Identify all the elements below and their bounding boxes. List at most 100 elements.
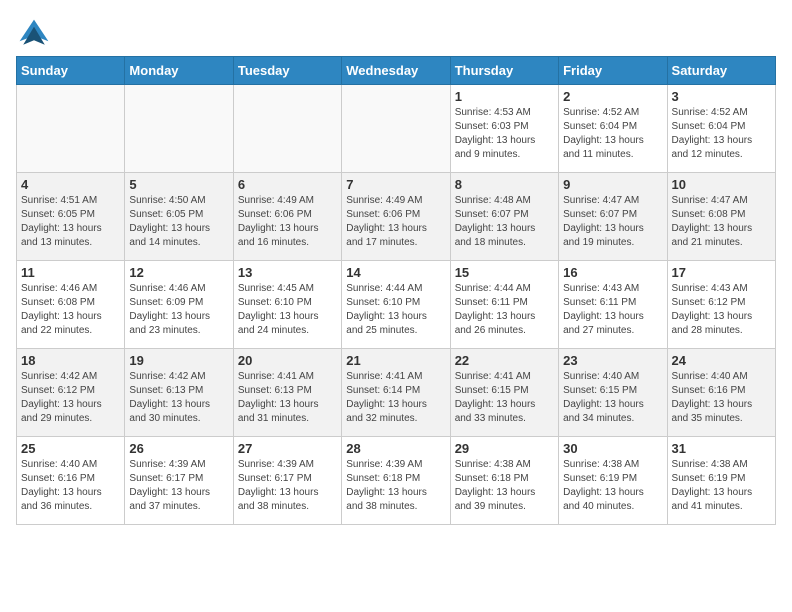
calendar-cell: 30 Sunrise: 4:38 AMSunset: 6:19 PMDayligh… (559, 437, 667, 525)
calendar-cell: 6 Sunrise: 4:49 AMSunset: 6:06 PMDaylight… (233, 173, 341, 261)
calendar-cell: 15 Sunrise: 4:44 AMSunset: 6:11 PMDayligh… (450, 261, 558, 349)
day-info: Sunrise: 4:42 AMSunset: 6:12 PMDaylight:… (21, 370, 120, 426)
day-number: 22 (455, 353, 554, 368)
calendar-cell: 5Sunrise: 4:50 AMSunset: 6:05 PMDaylight… (125, 173, 233, 261)
day-info: Sunrise: 4:39 AMSunset: 6:17 PMDaylight:… (129, 458, 228, 514)
calendar-cell: 10 Sunrise: 4:47 AMSunset: 6:08 PMDayligh… (667, 173, 775, 261)
col-header-friday: Friday (559, 57, 667, 85)
day-info: Sunrise: 4:47 AMSunset: 6:07 PMDaylight:… (563, 194, 662, 250)
calendar-cell (125, 85, 233, 173)
day-number: 10 (672, 177, 771, 192)
calendar-cell: 22 Sunrise: 4:41 AMSunset: 6:15 PMDayligh… (450, 349, 558, 437)
day-info: Sunrise: 4:41 AMSunset: 6:14 PMDaylight:… (346, 370, 445, 426)
calendar-cell: 1 Sunrise: 4:53 AMSunset: 6:03 PMDaylight… (450, 85, 558, 173)
calendar-cell: 11Sunrise: 4:46 AMSunset: 6:08 PMDayligh… (17, 261, 125, 349)
calendar-cell: 16 Sunrise: 4:43 AMSunset: 6:11 PMDayligh… (559, 261, 667, 349)
day-info: Sunrise: 4:43 AMSunset: 6:11 PMDaylight:… (563, 282, 662, 338)
day-info: Sunrise: 4:39 AMSunset: 6:17 PMDaylight:… (238, 458, 337, 514)
logo-icon (16, 16, 52, 52)
day-number: 23 (563, 353, 662, 368)
day-number: 26 (129, 441, 228, 456)
col-header-saturday: Saturday (667, 57, 775, 85)
calendar-cell: 31 Sunrise: 4:38 AMSunset: 6:19 PMDayligh… (667, 437, 775, 525)
day-info: Sunrise: 4:38 AMSunset: 6:18 PMDaylight:… (455, 458, 554, 514)
calendar-cell: 21 Sunrise: 4:41 AMSunset: 6:14 PMDayligh… (342, 349, 450, 437)
day-info: Sunrise: 4:43 AMSunset: 6:12 PMDaylight:… (672, 282, 771, 338)
day-number: 28 (346, 441, 445, 456)
day-info: Sunrise: 4:53 AMSunset: 6:03 PMDaylight:… (455, 106, 554, 162)
col-header-thursday: Thursday (450, 57, 558, 85)
week-row-4: 18Sunrise: 4:42 AMSunset: 6:12 PMDayligh… (17, 349, 776, 437)
calendar-cell: 12 Sunrise: 4:46 AMSunset: 6:09 PMDayligh… (125, 261, 233, 349)
calendar-cell: 2Sunrise: 4:52 AMSunset: 6:04 PMDaylight… (559, 85, 667, 173)
day-info: Sunrise: 4:48 AMSunset: 6:07 PMDaylight:… (455, 194, 554, 250)
day-info: Sunrise: 4:44 AMSunset: 6:11 PMDaylight:… (455, 282, 554, 338)
calendar-cell: 24Sunrise: 4:40 AMSunset: 6:16 PMDayligh… (667, 349, 775, 437)
calendar-table: SundayMondayTuesdayWednesdayThursdayFrid… (16, 56, 776, 525)
day-number: 16 (563, 265, 662, 280)
day-number: 15 (455, 265, 554, 280)
day-info: Sunrise: 4:39 AMSunset: 6:18 PMDaylight:… (346, 458, 445, 514)
calendar-cell: 23 Sunrise: 4:40 AMSunset: 6:15 PMDayligh… (559, 349, 667, 437)
day-info: Sunrise: 4:44 AMSunset: 6:10 PMDaylight:… (346, 282, 445, 338)
calendar-cell: 3 Sunrise: 4:52 AMSunset: 6:04 PMDaylight… (667, 85, 775, 173)
day-info: Sunrise: 4:47 AMSunset: 6:08 PMDaylight:… (672, 194, 771, 250)
day-info: Sunrise: 4:46 AMSunset: 6:08 PMDaylight:… (21, 282, 120, 338)
day-number: 5 (129, 177, 228, 192)
day-number: 21 (346, 353, 445, 368)
calendar-cell: 26 Sunrise: 4:39 AMSunset: 6:17 PMDayligh… (125, 437, 233, 525)
day-info: Sunrise: 4:51 AMSunset: 6:05 PMDaylight:… (21, 194, 120, 250)
day-info: Sunrise: 4:52 AMSunset: 6:04 PMDaylight:… (563, 106, 662, 162)
calendar-cell: 20Sunrise: 4:41 AMSunset: 6:13 PMDayligh… (233, 349, 341, 437)
day-number: 20 (238, 353, 337, 368)
day-number: 6 (238, 177, 337, 192)
calendar-cell: 27 Sunrise: 4:39 AMSunset: 6:17 PMDayligh… (233, 437, 341, 525)
day-info: Sunrise: 4:45 AMSunset: 6:10 PMDaylight:… (238, 282, 337, 338)
calendar-cell: 13 Sunrise: 4:45 AMSunset: 6:10 PMDayligh… (233, 261, 341, 349)
day-info: Sunrise: 4:49 AMSunset: 6:06 PMDaylight:… (238, 194, 337, 250)
day-info: Sunrise: 4:40 AMSunset: 6:16 PMDaylight:… (672, 370, 771, 426)
day-number: 29 (455, 441, 554, 456)
day-number: 31 (672, 441, 771, 456)
day-info: Sunrise: 4:41 AMSunset: 6:15 PMDaylight:… (455, 370, 554, 426)
calendar-cell: 19Sunrise: 4:42 AMSunset: 6:13 PMDayligh… (125, 349, 233, 437)
day-number: 13 (238, 265, 337, 280)
day-info: Sunrise: 4:49 AMSunset: 6:06 PMDaylight:… (346, 194, 445, 250)
week-row-2: 4 Sunrise: 4:51 AMSunset: 6:05 PMDaylight… (17, 173, 776, 261)
day-info: Sunrise: 4:38 AMSunset: 6:19 PMDaylight:… (672, 458, 771, 514)
calendar-cell: 25 Sunrise: 4:40 AMSunset: 6:16 PMDayligh… (17, 437, 125, 525)
calendar-cell: 7 Sunrise: 4:49 AMSunset: 6:06 PMDaylight… (342, 173, 450, 261)
day-number: 8 (455, 177, 554, 192)
col-header-sunday: Sunday (17, 57, 125, 85)
week-row-5: 25 Sunrise: 4:40 AMSunset: 6:16 PMDayligh… (17, 437, 776, 525)
day-number: 17 (672, 265, 771, 280)
day-info: Sunrise: 4:52 AMSunset: 6:04 PMDaylight:… (672, 106, 771, 162)
day-info: Sunrise: 4:46 AMSunset: 6:09 PMDaylight:… (129, 282, 228, 338)
day-info: Sunrise: 4:40 AMSunset: 6:15 PMDaylight:… (563, 370, 662, 426)
day-number: 1 (455, 89, 554, 104)
col-header-monday: Monday (125, 57, 233, 85)
day-number: 14 (346, 265, 445, 280)
calendar-cell: 29 Sunrise: 4:38 AMSunset: 6:18 PMDayligh… (450, 437, 558, 525)
day-number: 9 (563, 177, 662, 192)
day-number: 27 (238, 441, 337, 456)
day-number: 3 (672, 89, 771, 104)
week-row-1: 1 Sunrise: 4:53 AMSunset: 6:03 PMDaylight… (17, 85, 776, 173)
day-number: 30 (563, 441, 662, 456)
calendar-cell (17, 85, 125, 173)
day-number: 4 (21, 177, 120, 192)
logo (16, 16, 56, 52)
day-number: 7 (346, 177, 445, 192)
week-row-3: 11Sunrise: 4:46 AMSunset: 6:08 PMDayligh… (17, 261, 776, 349)
day-number: 25 (21, 441, 120, 456)
calendar-cell (233, 85, 341, 173)
calendar-cell: 28 Sunrise: 4:39 AMSunset: 6:18 PMDayligh… (342, 437, 450, 525)
calendar-cell: 9 Sunrise: 4:47 AMSunset: 6:07 PMDaylight… (559, 173, 667, 261)
day-info: Sunrise: 4:40 AMSunset: 6:16 PMDaylight:… (21, 458, 120, 514)
day-number: 12 (129, 265, 228, 280)
day-info: Sunrise: 4:38 AMSunset: 6:19 PMDaylight:… (563, 458, 662, 514)
calendar-cell: 18Sunrise: 4:42 AMSunset: 6:12 PMDayligh… (17, 349, 125, 437)
col-header-tuesday: Tuesday (233, 57, 341, 85)
calendar-cell: 8 Sunrise: 4:48 AMSunset: 6:07 PMDaylight… (450, 173, 558, 261)
calendar-header-row: SundayMondayTuesdayWednesdayThursdayFrid… (17, 57, 776, 85)
